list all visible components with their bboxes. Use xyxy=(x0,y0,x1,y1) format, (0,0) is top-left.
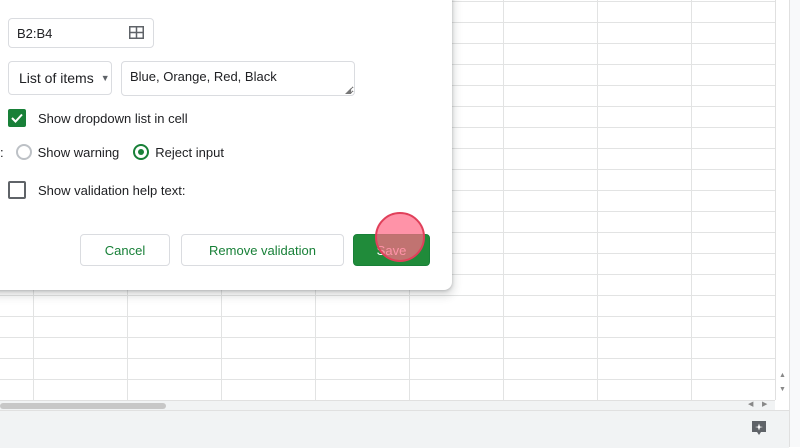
vertical-scrollbar[interactable]: ▲ ▼ xyxy=(775,0,790,400)
grid-select-icon[interactable] xyxy=(129,26,144,42)
show-warning-radio[interactable] xyxy=(15,144,32,160)
show-warning-option[interactable]: Show warning xyxy=(15,144,120,160)
criteria-type-label: List of items xyxy=(19,70,94,86)
sheet-bottom-bar xyxy=(0,410,789,448)
horizontal-scroll-thumb[interactable] xyxy=(0,403,166,409)
remove-validation-button[interactable]: Remove validation xyxy=(181,234,344,266)
explore-icon[interactable] xyxy=(749,418,769,438)
show-dropdown-label: Show dropdown list in cell xyxy=(38,110,188,126)
show-warning-label: Show warning xyxy=(37,144,120,160)
cell-range-field[interactable]: B2:B4 xyxy=(8,18,154,48)
on-invalid-prefix: : xyxy=(0,144,4,160)
scroll-left-arrow-icon[interactable]: ◀ xyxy=(748,400,753,408)
cancel-button[interactable]: Cancel xyxy=(80,234,170,266)
scroll-up-arrow-icon[interactable]: ▲ xyxy=(779,372,786,379)
show-dropdown-row[interactable]: Show dropdown list in cell xyxy=(8,109,188,127)
help-text-checkbox[interactable] xyxy=(8,181,26,199)
reject-input-label: Reject input xyxy=(155,144,224,160)
on-invalid-data-row: : Show warning Reject input xyxy=(0,144,238,160)
list-items-input[interactable]: Blue, Orange, Red, Black xyxy=(121,61,355,96)
cell-range-value: B2:B4 xyxy=(17,25,53,41)
reject-input-radio[interactable] xyxy=(133,144,150,160)
criteria-type-dropdown[interactable]: List of items ▼ xyxy=(8,61,112,95)
reject-input-option[interactable]: Reject input xyxy=(133,144,224,160)
chevron-down-icon: ▼ xyxy=(100,73,110,83)
save-button[interactable]: Save xyxy=(353,234,430,266)
help-text-label: Show validation help text: xyxy=(38,182,186,198)
right-edge xyxy=(789,0,800,447)
help-text-row[interactable]: Show validation help text: xyxy=(8,181,185,199)
scroll-down-arrow-icon[interactable]: ▼ xyxy=(779,386,786,393)
show-dropdown-checkbox[interactable] xyxy=(8,109,26,127)
scroll-right-arrow-icon[interactable]: ▶ xyxy=(762,400,767,408)
data-validation-dialog: B2:B4 List of items ▼ Blue, Orange, Red,… xyxy=(0,0,452,290)
